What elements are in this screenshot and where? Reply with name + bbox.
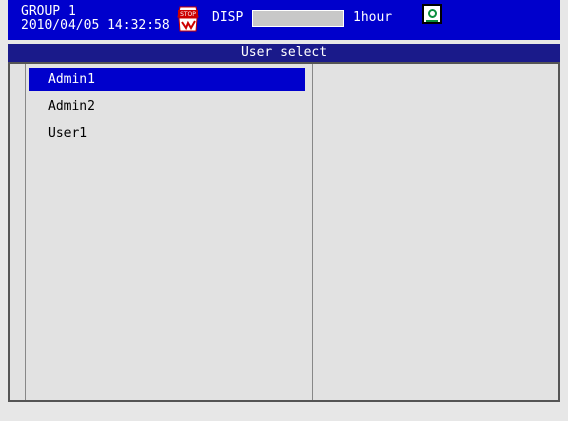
display-bar [252,10,344,27]
user-list-item[interactable]: Admin1 [29,68,305,91]
user-list-item[interactable]: User1 [29,122,305,145]
user-list: Admin1 Admin2 User1 [25,64,313,400]
stop-icon: STOP [175,4,201,34]
user-select-panel: Admin1 Admin2 User1 [8,62,560,402]
status-bar: GROUP 1 2010/04/05 14:32:58 STOP DISP 1h… [8,0,560,40]
group-name: GROUP 1 [21,4,76,19]
user-list-item[interactable]: Admin2 [29,95,305,118]
svg-text:STOP: STOP [180,11,196,18]
date-time: 2010/04/05 14:32:58 [21,18,170,33]
media-icon [422,4,442,24]
screen-title: User select [8,44,560,62]
display-label: DISP [212,10,244,25]
time-span: 1hour [353,10,393,25]
